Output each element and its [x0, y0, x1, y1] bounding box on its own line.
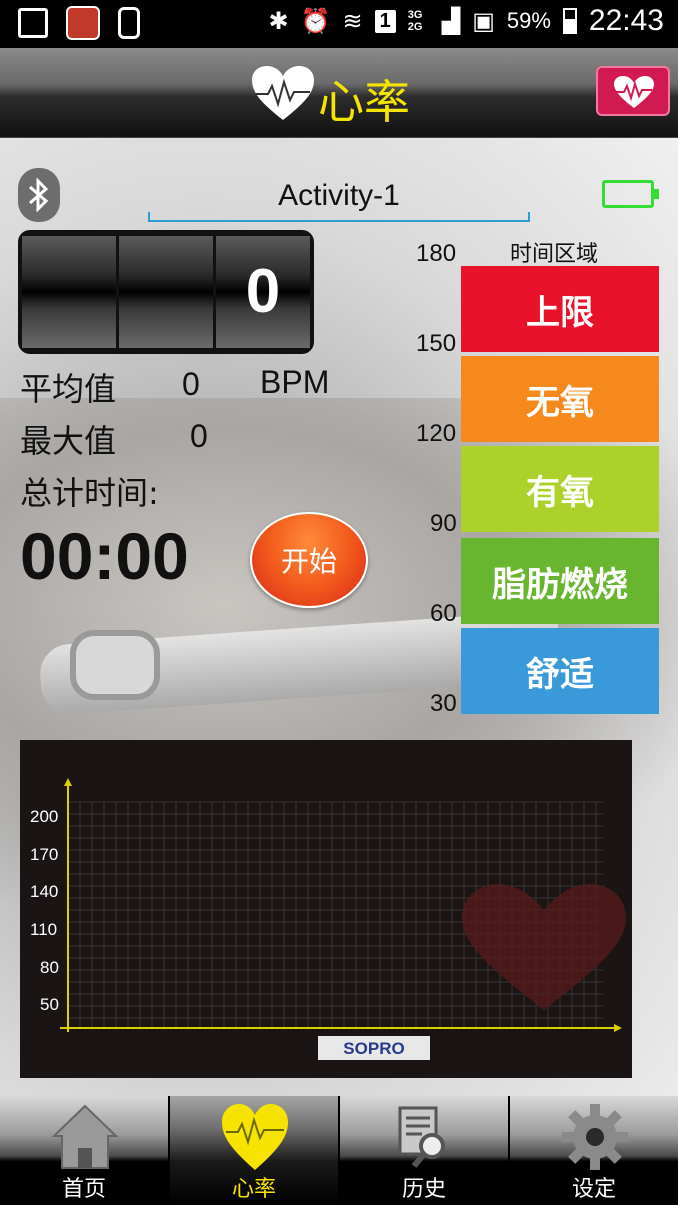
- tab-heart-rate-label: 心率: [231, 1177, 276, 1202]
- bluetooth-icon[interactable]: [18, 168, 60, 222]
- heart-icon: [614, 76, 654, 108]
- activity-name-input[interactable]: [148, 172, 530, 222]
- bpm-unit: BPM: [260, 364, 330, 400]
- zone-anaerobic[interactable]: 无氧: [461, 356, 659, 442]
- battery-status-icon: [562, 8, 577, 34]
- title-bar: 心率: [0, 48, 678, 138]
- status-bar: ✱ ⏰ ≋ 1 3G 2G ▟ ▣ 59% 22:43: [0, 0, 678, 48]
- sim-card-icon: ▣: [472, 7, 495, 35]
- zone-title: 时间区域: [510, 242, 599, 267]
- device-battery-icon: [602, 180, 659, 208]
- heart-rate-graph: 200 170 140 110 80 50 SOPRO: [20, 740, 632, 1078]
- input-edge-left: [148, 212, 150, 222]
- zone-scale-label: 180: [416, 240, 457, 267]
- average-value: 0: [182, 366, 200, 402]
- graph-y-label: 200: [30, 807, 58, 826]
- network-type: 3G 2G: [407, 9, 423, 33]
- tab-home[interactable]: 首页: [0, 1096, 168, 1205]
- tab-heart-rate[interactable]: 心率: [170, 1096, 338, 1205]
- graph-y-label: 170: [30, 845, 58, 864]
- zone-scale-label: 120: [416, 420, 457, 447]
- sopro-logo: SOPRO: [343, 1039, 404, 1058]
- signal-icon: ▟: [441, 7, 461, 35]
- gallery-icon: [18, 8, 48, 38]
- tab-home-label: 首页: [61, 1177, 106, 1202]
- alarm-icon: ⏰: [300, 7, 331, 35]
- average-label: 平均值: [20, 370, 117, 408]
- tab-settings[interactable]: 设定: [510, 1096, 678, 1205]
- sim-indicator: 1: [374, 9, 396, 33]
- input-edge-right: [528, 212, 530, 222]
- zone-scale-label: 60: [430, 600, 457, 627]
- zone-scale-label: 90: [430, 510, 457, 537]
- tab-history[interactable]: 历史: [340, 1096, 508, 1205]
- heart-icon: [222, 1104, 288, 1170]
- graph-y-label: 140: [30, 882, 58, 901]
- chest-strap-tab: [70, 630, 160, 700]
- zone-comfort[interactable]: 舒适: [461, 628, 659, 714]
- zone-scale-label: 30: [430, 690, 457, 717]
- total-time-label: 总计时间:: [20, 474, 159, 512]
- graph-y-label: 110: [30, 920, 57, 939]
- main-panel: 0 平均值 0 BPM 最大值 0 总计时间: 00:00 开始 时间区域 18…: [0, 138, 678, 1096]
- heart-rate-counter: 0: [18, 230, 314, 354]
- history-icon: [398, 1106, 445, 1168]
- graph-y-label: 50: [40, 995, 59, 1014]
- x-axis-arrow-icon: [614, 1024, 622, 1032]
- start-button[interactable]: 开始: [250, 512, 368, 608]
- bluetooth-status-icon: ✱: [268, 7, 289, 35]
- heart-logo-icon: [252, 66, 314, 120]
- tab-history-label: 历史: [401, 1177, 446, 1202]
- y-axis-arrow-icon: [64, 778, 72, 786]
- graph-canvas: 200 170 140 110 80 50 SOPRO: [30, 778, 626, 1060]
- zone-aerobic[interactable]: 有氧: [461, 446, 659, 532]
- heart-rate-share-button[interactable]: [596, 66, 670, 116]
- wifi-icon: ≋: [342, 7, 363, 35]
- counter-digit-3: 0: [245, 257, 281, 326]
- graph-y-label: 80: [40, 958, 59, 977]
- zone-fat-burn[interactable]: 脂肪燃烧: [461, 538, 659, 624]
- page-title: 心率: [318, 75, 410, 129]
- zone-upper-limit[interactable]: 上限: [461, 266, 659, 352]
- clock: 22:43: [588, 4, 664, 37]
- max-label: 最大值: [20, 422, 117, 460]
- gear-icon: [562, 1104, 628, 1170]
- tab-settings-label: 设定: [571, 1177, 616, 1202]
- heart-watermark-icon: [462, 884, 626, 1010]
- max-value: 0: [190, 418, 208, 454]
- zone-scale-label: 150: [416, 330, 457, 357]
- home-icon: [51, 1104, 119, 1169]
- watch-icon: [118, 7, 140, 39]
- bottom-nav: 首页 心率 历史 设定: [0, 1096, 678, 1205]
- battery-percent: 59%: [506, 8, 551, 33]
- bluetooth-symbol-icon: [29, 178, 49, 212]
- counter-digit-1: [22, 236, 116, 348]
- timer-display: 00:00: [20, 519, 189, 593]
- app-notification-icon: [66, 6, 100, 40]
- counter-digit-2: [119, 236, 213, 348]
